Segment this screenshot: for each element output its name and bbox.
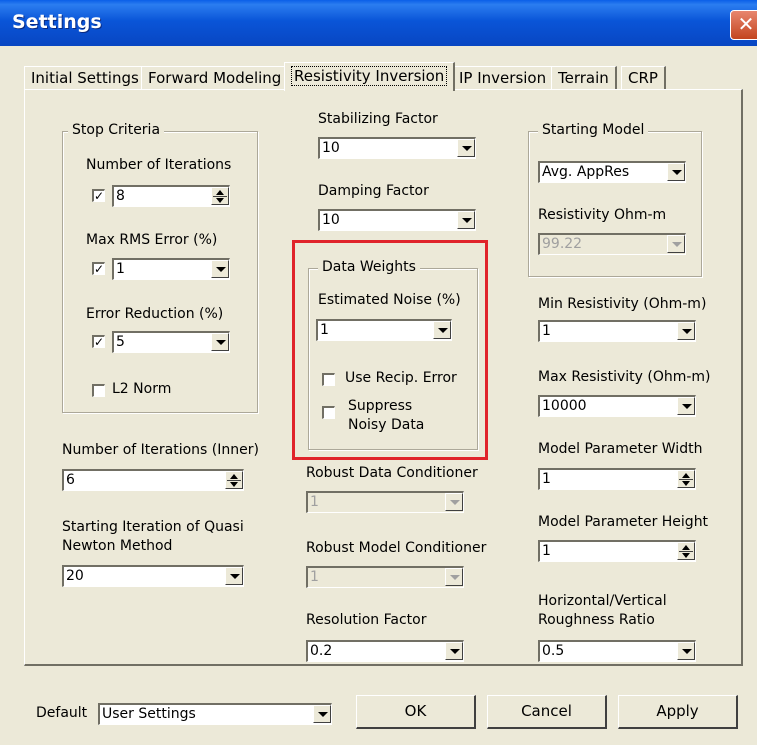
param-width-label: Model Parameter Width	[538, 441, 703, 457]
rms-checkbox[interactable]: ✓	[92, 262, 105, 275]
resolution-dropdown[interactable]: 0.2	[306, 640, 464, 662]
spin-buttons-icon[interactable]	[225, 471, 243, 489]
chevron-down-icon[interactable]	[667, 235, 685, 253]
resistivity-dropdown[interactable]: 99.22	[538, 233, 686, 255]
roughness-label-2: Roughness Ratio	[538, 612, 655, 628]
tab-initial-settings[interactable]: Initial Settings	[24, 66, 147, 89]
spin-buttons-icon[interactable]	[211, 187, 229, 205]
robust-data-label: Robust Data Conditioner	[306, 465, 478, 481]
spin-buttons-icon[interactable]	[677, 542, 695, 560]
default-label: Default	[36, 705, 88, 721]
stabilizing-label: Stabilizing Factor	[318, 111, 438, 127]
default-dropdown[interactable]: User Settings	[98, 703, 332, 725]
chevron-down-icon[interactable]	[677, 322, 695, 340]
param-width-stepper[interactable]: 1	[538, 468, 696, 490]
chevron-down-icon[interactable]	[667, 163, 685, 181]
chevron-down-icon[interactable]	[457, 139, 475, 157]
window-title: Settings	[12, 11, 102, 33]
tab-crp[interactable]: CRP	[621, 66, 666, 89]
apply-button[interactable]: Apply	[618, 695, 738, 729]
chevron-down-icon[interactable]	[211, 260, 229, 278]
title-bar[interactable]	[0, 0, 757, 46]
spin-buttons-icon[interactable]	[677, 470, 695, 488]
robust-model-label: Robust Model Conditioner	[306, 540, 487, 556]
param-height-label: Model Parameter Height	[538, 514, 709, 530]
tab-resistivity-inversion[interactable]: Resistivity Inversion	[284, 62, 456, 91]
quasi-newton-dropdown[interactable]: 20	[62, 565, 244, 587]
starting-model-dropdown[interactable]: Avg. AppRes	[538, 161, 686, 183]
chevron-down-icon[interactable]	[225, 567, 243, 585]
tab-forward-modeling[interactable]: Forward Modeling	[141, 66, 290, 89]
param-height-stepper[interactable]: 1	[538, 540, 696, 562]
highlight-box	[292, 240, 488, 460]
chevron-down-icon[interactable]	[445, 642, 463, 660]
chevron-down-icon[interactable]	[677, 642, 695, 660]
robust-model-dropdown[interactable]: 1	[306, 566, 464, 588]
starting-model-group	[528, 131, 702, 277]
chevron-down-icon[interactable]	[211, 333, 229, 351]
chevron-down-icon[interactable]	[457, 211, 475, 229]
max-resistivity-label: Max Resistivity (Ohm-m)	[538, 369, 711, 385]
reduction-checkbox[interactable]: ✓	[92, 335, 105, 348]
chevron-down-icon[interactable]	[445, 493, 463, 511]
iterations-checkbox[interactable]: ✓	[92, 189, 105, 202]
chevron-down-icon[interactable]	[677, 397, 695, 415]
inner-iterations-label: Number of Iterations (Inner)	[62, 442, 259, 458]
damping-label: Damping Factor	[318, 183, 429, 199]
l2-norm-label: L2 Norm	[112, 381, 172, 397]
cancel-button[interactable]: Cancel	[487, 695, 607, 729]
roughness-label-1: Horizontal/Vertical	[538, 593, 667, 609]
stabilizing-dropdown[interactable]: 10	[318, 137, 476, 159]
max-resistivity-dropdown[interactable]: 10000	[538, 395, 696, 417]
starting-model-legend: Starting Model	[538, 122, 649, 138]
min-resistivity-dropdown[interactable]: 1	[538, 320, 696, 342]
resolution-label: Resolution Factor	[306, 612, 427, 628]
iterations-label: Number of Iterations	[86, 157, 232, 173]
quasi-newton-label-1: Starting Iteration of Quasi	[62, 519, 244, 535]
reduction-label: Error Reduction (%)	[86, 306, 224, 322]
resistivity-label: Resistivity Ohm-m	[538, 207, 667, 223]
damping-dropdown[interactable]: 10	[318, 209, 476, 231]
close-button[interactable]: ✕	[730, 10, 757, 40]
chevron-down-icon[interactable]	[445, 568, 463, 586]
iterations-stepper[interactable]: 8	[112, 185, 230, 207]
tab-ip-inversion[interactable]: IP Inversion	[452, 66, 555, 89]
chevron-down-icon[interactable]	[313, 705, 331, 723]
inner-iterations-stepper[interactable]: 6	[62, 469, 244, 491]
min-resistivity-label: Min Resistivity (Ohm-m)	[538, 296, 707, 312]
l2-norm-checkbox[interactable]	[92, 384, 105, 397]
tab-terrain[interactable]: Terrain	[551, 66, 617, 89]
quasi-newton-label-2: Newton Method	[62, 538, 173, 554]
rms-dropdown[interactable]: 1	[112, 258, 230, 280]
stop-criteria-legend: Stop Criteria	[68, 122, 165, 138]
ok-button[interactable]: OK	[356, 695, 476, 729]
rms-label: Max RMS Error (%)	[86, 232, 218, 248]
robust-data-dropdown[interactable]: 1	[306, 491, 464, 513]
roughness-dropdown[interactable]: 0.5	[538, 640, 696, 662]
reduction-dropdown[interactable]: 5	[112, 331, 230, 353]
